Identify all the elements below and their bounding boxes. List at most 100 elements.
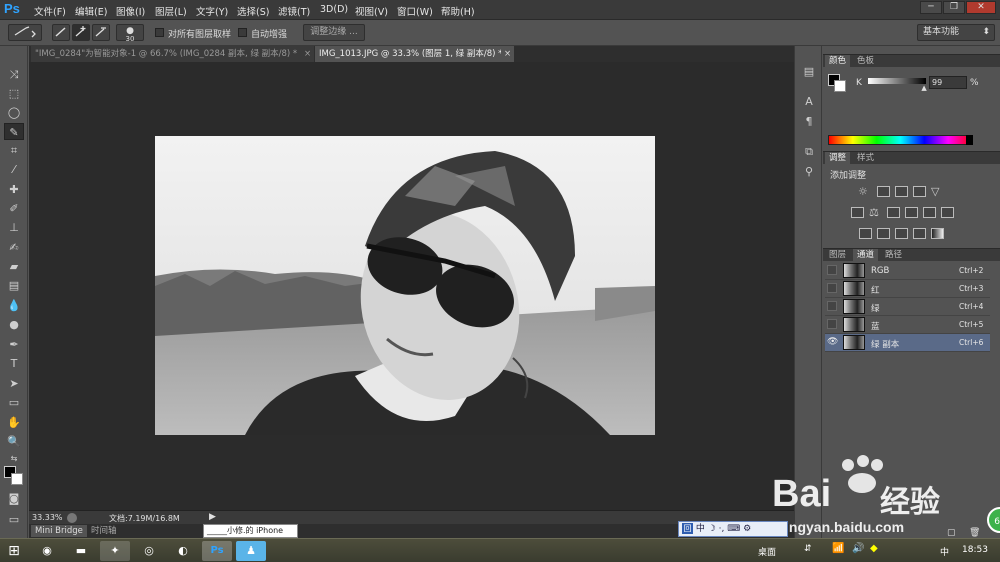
tab-timeline[interactable]: 时间轴 (87, 525, 121, 537)
threshold-icon[interactable] (895, 228, 908, 239)
channel-row-red[interactable]: 红 Ctrl+3 (825, 280, 990, 298)
tab-swatches[interactable]: 色板 (853, 55, 878, 68)
ime-logo-icon[interactable]: 回 (682, 523, 693, 534)
layer-comps-icon[interactable]: ⧉ (801, 144, 817, 160)
menu-file[interactable]: 文件(F) (34, 4, 66, 18)
channel-row-blue[interactable]: 蓝 Ctrl+5 (825, 316, 990, 334)
eraser-tool-icon[interactable]: ▰ (4, 258, 24, 275)
history-panel-icon[interactable]: ▤ (801, 64, 817, 80)
brightness-icon[interactable]: ☼ (858, 186, 871, 197)
hand-tool-icon[interactable]: ✋ (4, 414, 24, 431)
photo-filter-icon[interactable] (905, 207, 918, 218)
input-language[interactable]: 中 (940, 545, 949, 558)
color-balance-icon[interactable]: ⚖ (869, 207, 882, 218)
channel-row-green[interactable]: 绿 Ctrl+4 (825, 298, 990, 316)
hue-saturation-icon[interactable] (851, 207, 864, 218)
history-brush-tool-icon[interactable]: ✍ (4, 239, 24, 256)
visibility-toggle[interactable] (827, 265, 837, 275)
clone-stamp-tool-icon[interactable]: ⊥ (4, 219, 24, 236)
close-button[interactable]: ✕ (966, 1, 996, 14)
status-info-icon[interactable] (67, 513, 77, 523)
menu-window[interactable]: 窗口(W) (397, 4, 433, 18)
tab-mini-bridge[interactable]: Mini Bridge (31, 525, 87, 537)
menu-view[interactable]: 视图(V) (355, 4, 388, 18)
marquee-tool-icon[interactable]: ⬚ (4, 85, 24, 102)
vibrance-icon[interactable]: ▽ (931, 186, 944, 197)
new-selection-button[interactable] (52, 24, 70, 41)
posterize-icon[interactable] (877, 228, 890, 239)
tab-document-1[interactable]: "IMG_0284"为智能对象-1 @ 66.7% (IMG_0284 副本, … (31, 46, 313, 62)
curves-icon[interactable] (895, 186, 908, 197)
subtract-from-selection-button[interactable] (92, 24, 110, 41)
close-tab-2-icon[interactable]: × (501, 46, 515, 62)
tab-layers[interactable]: 图层 (825, 249, 850, 262)
channel-row-rgb[interactable]: RGB Ctrl+2 (825, 262, 990, 280)
channel-mixer-icon[interactable] (923, 207, 936, 218)
background-color-swatch[interactable] (11, 473, 23, 485)
tab-color[interactable]: 颜色 (825, 55, 851, 68)
screen-mode-icon[interactable]: ▭ (4, 511, 24, 528)
volume-icon[interactable]: 🔊 (852, 543, 864, 554)
blur-tool-icon[interactable]: 💧 (4, 297, 24, 314)
sample-all-layers-checkbox[interactable] (155, 28, 164, 37)
color-spectrum-ramp[interactable] (828, 135, 973, 145)
document-canvas-photo[interactable] (155, 136, 655, 435)
start-button-icon[interactable]: ⊞ (2, 541, 26, 561)
status-menu-arrow-icon[interactable]: ▶ (209, 512, 216, 522)
visibility-toggle[interactable] (827, 283, 837, 293)
gradient-tool-icon[interactable]: ▤ (4, 277, 24, 294)
workspace-select[interactable]: 基本功能 ⬍ (917, 24, 995, 41)
selective-color-icon[interactable] (913, 228, 926, 239)
add-to-selection-button[interactable] (72, 24, 90, 41)
gradient-map-icon[interactable] (931, 228, 944, 239)
visibility-toggle[interactable] (827, 301, 837, 311)
wifi-icon[interactable]: 📶 (832, 543, 844, 554)
levels-icon[interactable] (877, 186, 890, 197)
visibility-toggle[interactable] (827, 319, 837, 329)
rectangle-tool-icon[interactable]: ▭ (4, 394, 24, 411)
color-lookup-icon[interactable] (941, 207, 954, 218)
tool-presets-icon[interactable]: ⚲ (801, 164, 817, 180)
refine-edge-button[interactable]: 调整边缘 ... (303, 24, 365, 41)
tab-paths[interactable]: 路径 (881, 249, 906, 262)
eye-visible-icon[interactable]: 👁 (827, 337, 838, 347)
menu-layer[interactable]: 图层(L) (155, 4, 187, 18)
menu-select[interactable]: 选择(S) (237, 4, 269, 18)
tool-preset-picker[interactable] (8, 24, 42, 41)
minimize-button[interactable]: ─ (920, 1, 942, 14)
ramp-black-white-swatch[interactable] (966, 135, 973, 145)
k-value-input[interactable]: 99 (929, 76, 967, 89)
menu-3d[interactable]: 3D(D) (320, 4, 348, 15)
chat-app-icon[interactable]: ✦ (100, 541, 130, 561)
green-app-icon[interactable]: ◎ (134, 541, 164, 561)
dodge-tool-icon[interactable]: ● (4, 316, 24, 333)
move-tool-icon[interactable]: ⤨ (4, 66, 24, 83)
menu-type[interactable]: 文字(Y) (196, 4, 228, 18)
type-tool-icon[interactable]: T (4, 355, 24, 372)
tray-expand-icon[interactable]: ⇵ (804, 544, 812, 554)
zoom-level[interactable]: 33.33% (32, 513, 63, 522)
pen-tool-icon[interactable]: ✒ (4, 336, 24, 353)
quick-mask-icon[interactable]: ◙ (4, 490, 24, 507)
character-panel-icon[interactable]: A (801, 94, 817, 110)
clock[interactable]: 18:53 (962, 545, 988, 555)
menu-filter[interactable]: 滤镜(T) (278, 4, 310, 18)
quick-selection-tool-icon[interactable]: ✎ (4, 123, 24, 140)
brush-tool-icon[interactable]: ✐ (4, 200, 24, 217)
close-tab-1-icon[interactable]: × (301, 46, 315, 62)
brush-size-picker[interactable]: ● 30 (116, 24, 144, 43)
qq-app-icon[interactable]: ♟ (236, 541, 266, 561)
channel-row-green-copy[interactable]: 👁 绿 副本 Ctrl+6 (825, 334, 990, 352)
lasso-tool-icon[interactable]: ◯ (4, 104, 24, 121)
tab-adjustments[interactable]: 调整 (825, 152, 851, 165)
tab-channels[interactable]: 通道 (853, 249, 879, 262)
photoshop-task-icon[interactable]: Ps (202, 541, 232, 561)
tab-document-2[interactable]: IMG_1013.JPG @ 33.3% (图层 1, 绿 副本/8) * (315, 46, 513, 62)
color-background-swatch[interactable] (834, 80, 846, 92)
menu-image[interactable]: 图像(I) (116, 4, 145, 18)
menu-help[interactable]: 帮助(H) (441, 4, 475, 18)
tab-styles[interactable]: 样式 (853, 152, 878, 165)
browser-app-icon[interactable]: ◉ (32, 541, 62, 561)
path-selection-tool-icon[interactable]: ➤ (4, 375, 24, 392)
crop-tool-icon[interactable]: ⌗ (4, 142, 24, 159)
